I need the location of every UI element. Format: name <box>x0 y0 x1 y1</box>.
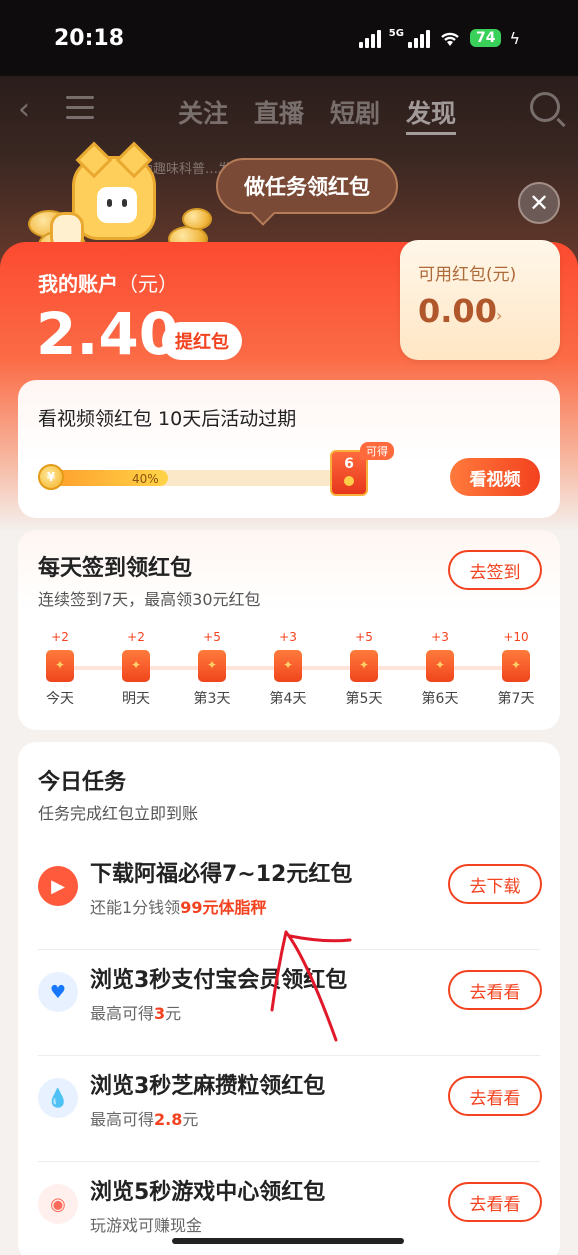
cat-mascot-icon <box>72 141 156 240</box>
checkin-day: +3第6天 <box>410 630 470 708</box>
task-row: ▶ 下载阿福必得7~12元红包 还能1分钱领99元体脂秤 去下载 <box>18 844 560 950</box>
tab-follow[interactable]: 关注 <box>178 94 228 135</box>
checkin-subtitle: 连续签到7天，最高领30元红包 <box>38 590 261 609</box>
video-task-card: 看视频领红包 10天后活动过期 ¥ 40% 6 可得 看视频 <box>18 380 560 518</box>
task-desc: 还能1分钱领99元体脂秤 <box>90 898 267 917</box>
checkin-title: 每天签到领红包 <box>38 556 193 581</box>
task-row: 💧 浏览3秒芝麻攒粒领红包 最高可得2.8元 去看看 <box>18 1056 560 1162</box>
status-bar: 20:18 5G 74 ϟ <box>0 0 578 76</box>
alipay-member-icon: ♥ <box>38 972 78 1012</box>
tab-short-drama[interactable]: 短剧 <box>330 94 380 135</box>
task-name: 下载阿福必得7~12元红包 <box>90 862 353 887</box>
redpacket-icon <box>426 650 454 682</box>
network-type: 5G <box>388 28 404 39</box>
task-desc: 最高可得3元 <box>90 1004 182 1023</box>
task-desc: 最高可得2.8元 <box>90 1110 199 1129</box>
battery-badge: 74 <box>469 29 502 47</box>
tasks-subtitle: 任务完成红包立即到账 <box>38 804 199 823</box>
checkin-day: +2今天 <box>30 630 90 708</box>
status-time: 20:18 <box>54 26 125 51</box>
account-title: 我的账户（元） <box>38 272 178 296</box>
goal-tag: 可得 <box>360 442 394 460</box>
wifi-icon <box>441 32 459 46</box>
checkin-day: +2明天 <box>106 630 166 708</box>
checkin-day: +5第3天 <box>182 630 242 708</box>
tab-discover[interactable]: 发现 <box>406 94 457 135</box>
afu-app-icon: ▶ <box>38 866 78 906</box>
task-speech-bubble: 做任务领红包 <box>216 158 398 214</box>
checkin-card: 每天签到领红包 连续签到7天，最高领30元红包 去签到 +2今天 +2明天 +5… <box>18 530 560 730</box>
redpacket-icon <box>122 650 150 682</box>
video-task-title: 看视频领红包 10天后活动过期 <box>38 408 297 430</box>
search-icon[interactable] <box>530 92 560 122</box>
task-row: ♥ 浏览3秒支付宝会员领红包 最高可得3元 去看看 <box>18 950 560 1056</box>
home-indicator[interactable] <box>172 1238 404 1244</box>
task-name: 浏览3秒芝麻攒粒领红包 <box>90 1074 326 1099</box>
view-button[interactable]: 去看看 <box>448 1182 542 1222</box>
checkin-day: +5第5天 <box>334 630 394 708</box>
chevron-right-icon: › <box>496 306 503 325</box>
checkin-button[interactable]: 去签到 <box>448 550 542 590</box>
tasks-title: 今日任务 <box>38 770 127 795</box>
redpacket-icon <box>502 650 530 682</box>
task-name: 浏览5秒游戏中心领红包 <box>90 1180 326 1205</box>
back-icon[interactable]: ‹ <box>18 92 30 127</box>
redpacket-icon <box>274 650 302 682</box>
download-button[interactable]: 去下载 <box>448 864 542 904</box>
withdraw-button[interactable]: 提红包 <box>162 322 242 360</box>
sesame-drop-icon: 💧 <box>38 1078 78 1118</box>
available-label: 可用红包(元) <box>418 265 517 285</box>
checkin-day: +10第7天 <box>486 630 546 708</box>
status-icons: 5G 74 ϟ <box>358 28 520 48</box>
close-button[interactable]: ✕ <box>518 182 560 224</box>
account-amount: 2.40 <box>36 300 180 368</box>
signal-icon-2 <box>407 28 430 48</box>
signal-icon <box>358 28 381 48</box>
redpacket-icon <box>350 650 378 682</box>
task-name: 浏览3秒支付宝会员领红包 <box>90 968 348 993</box>
game-center-icon: ◉ <box>38 1184 78 1224</box>
view-button[interactable]: 去看看 <box>448 1076 542 1116</box>
menu-icon[interactable] <box>66 96 94 126</box>
coin-icon: ¥ <box>38 464 64 490</box>
watch-video-button[interactable]: 看视频 <box>450 458 540 496</box>
today-tasks-card: 今日任务 任务完成红包立即到账 ▶ 下载阿福必得7~12元红包 还能1分钱领99… <box>18 742 560 1255</box>
charging-icon: ϟ <box>509 28 520 48</box>
view-button[interactable]: 去看看 <box>448 970 542 1010</box>
checkin-day: +3第4天 <box>258 630 318 708</box>
tab-live[interactable]: 直播 <box>254 94 304 135</box>
nav-tabs: 关注 直播 短剧 发现 <box>178 94 457 135</box>
available-value: 0.00 <box>418 292 497 330</box>
redpacket-icon <box>46 650 74 682</box>
task-desc: 玩游戏可赚现金 <box>90 1216 203 1235</box>
video-progress-bar <box>40 470 360 486</box>
available-redpacket-box[interactable]: 可用红包(元) 0.00 › <box>400 240 560 360</box>
top-nav: ‹ 关注 直播 短剧 发现 <box>0 86 578 135</box>
video-progress-label: 40% <box>132 472 159 486</box>
redpacket-icon <box>198 650 226 682</box>
